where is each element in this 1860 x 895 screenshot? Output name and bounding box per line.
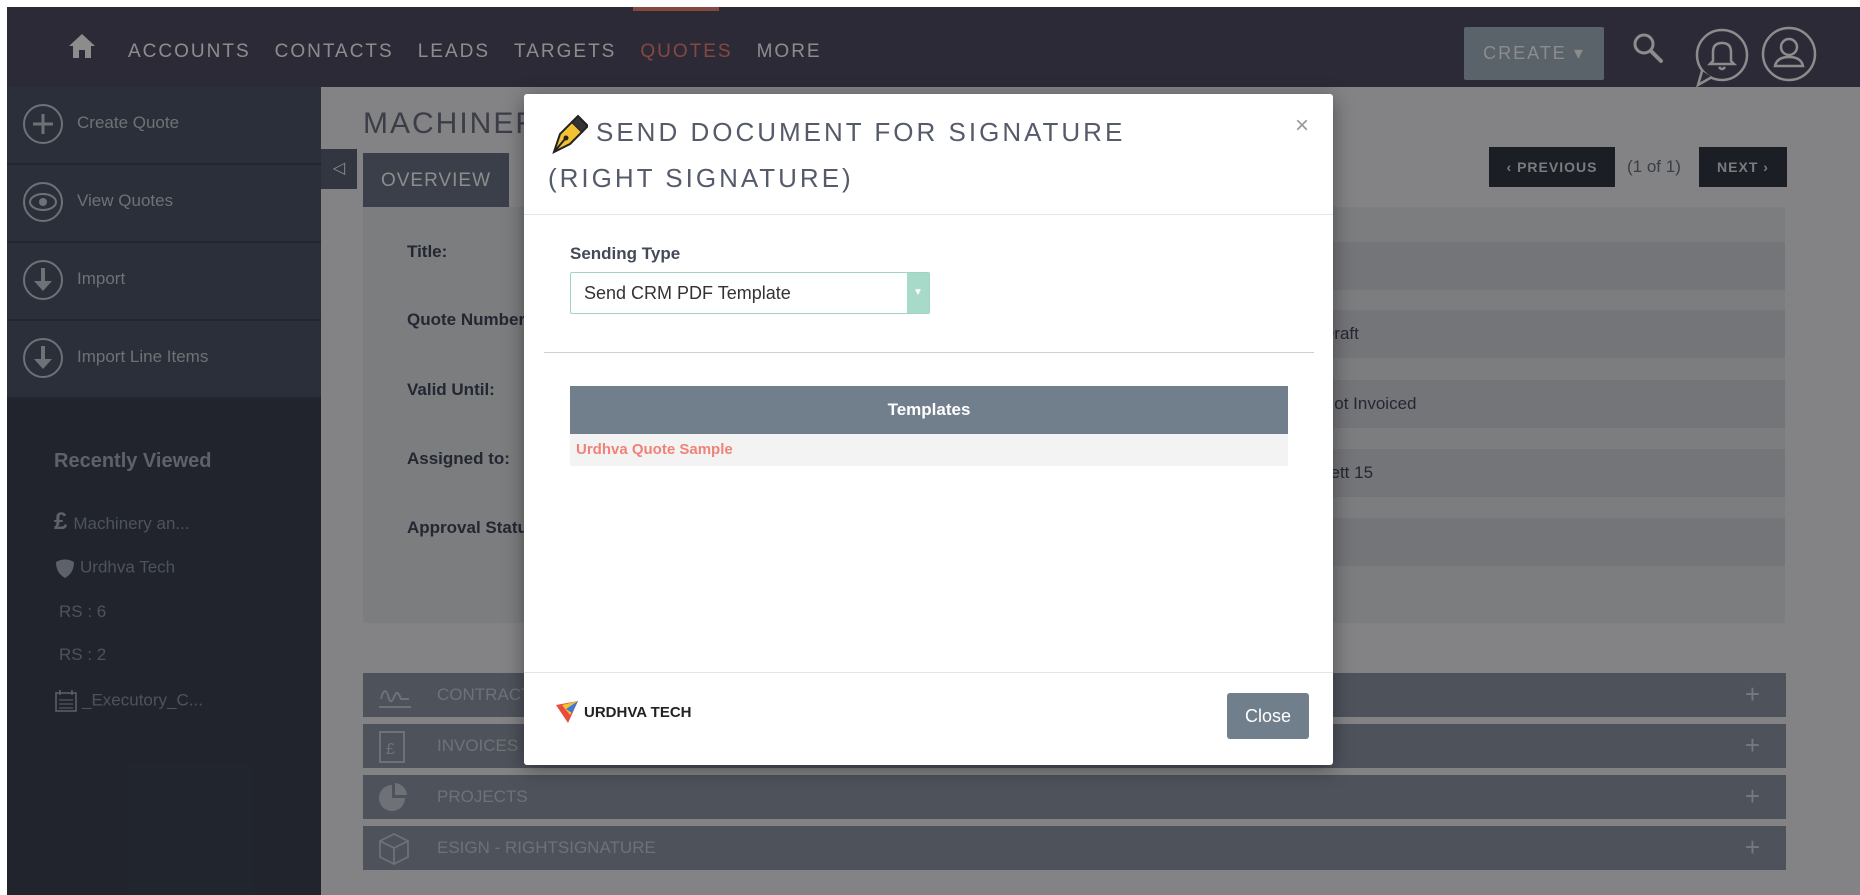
modal-title-text: SEND DOCUMENT FOR SIGNATURE (RIGHT SIGNA…	[548, 117, 1126, 194]
sending-type-label: Sending Type	[570, 244, 681, 263]
template-row[interactable]: Urdhva Quote Sample	[570, 434, 1288, 466]
divider	[544, 352, 1314, 353]
close-button[interactable]: Close	[1227, 693, 1309, 739]
modal-header: SEND DOCUMENT FOR SIGNATURE (RIGHT SIGNA…	[524, 94, 1333, 215]
chevron-down-icon[interactable]: ▼	[907, 273, 929, 313]
logo-mark-icon	[556, 701, 578, 723]
app-page: ACCOUNTS CONTACTS LEADS TARGETS QUOTES M…	[7, 7, 1860, 895]
templates-table-header: Templates	[570, 386, 1288, 434]
urdhva-tech-logo: URDHVA TECH	[554, 699, 692, 725]
sending-type-value: Send CRM PDF Template	[584, 283, 791, 303]
template-link[interactable]: Urdhva Quote Sample	[576, 441, 733, 458]
modal-footer-divider	[524, 672, 1333, 673]
fountain-pen-icon	[552, 114, 588, 155]
send-signature-modal: SEND DOCUMENT FOR SIGNATURE (RIGHT SIGNA…	[524, 94, 1333, 765]
modal-title: SEND DOCUMENT FOR SIGNATURE (RIGHT SIGNA…	[548, 110, 1228, 200]
close-icon[interactable]: ×	[1295, 112, 1309, 140]
sending-type-select[interactable]: Send CRM PDF Template ▼	[570, 272, 930, 314]
logo-text: URDHVA TECH	[584, 703, 692, 721]
